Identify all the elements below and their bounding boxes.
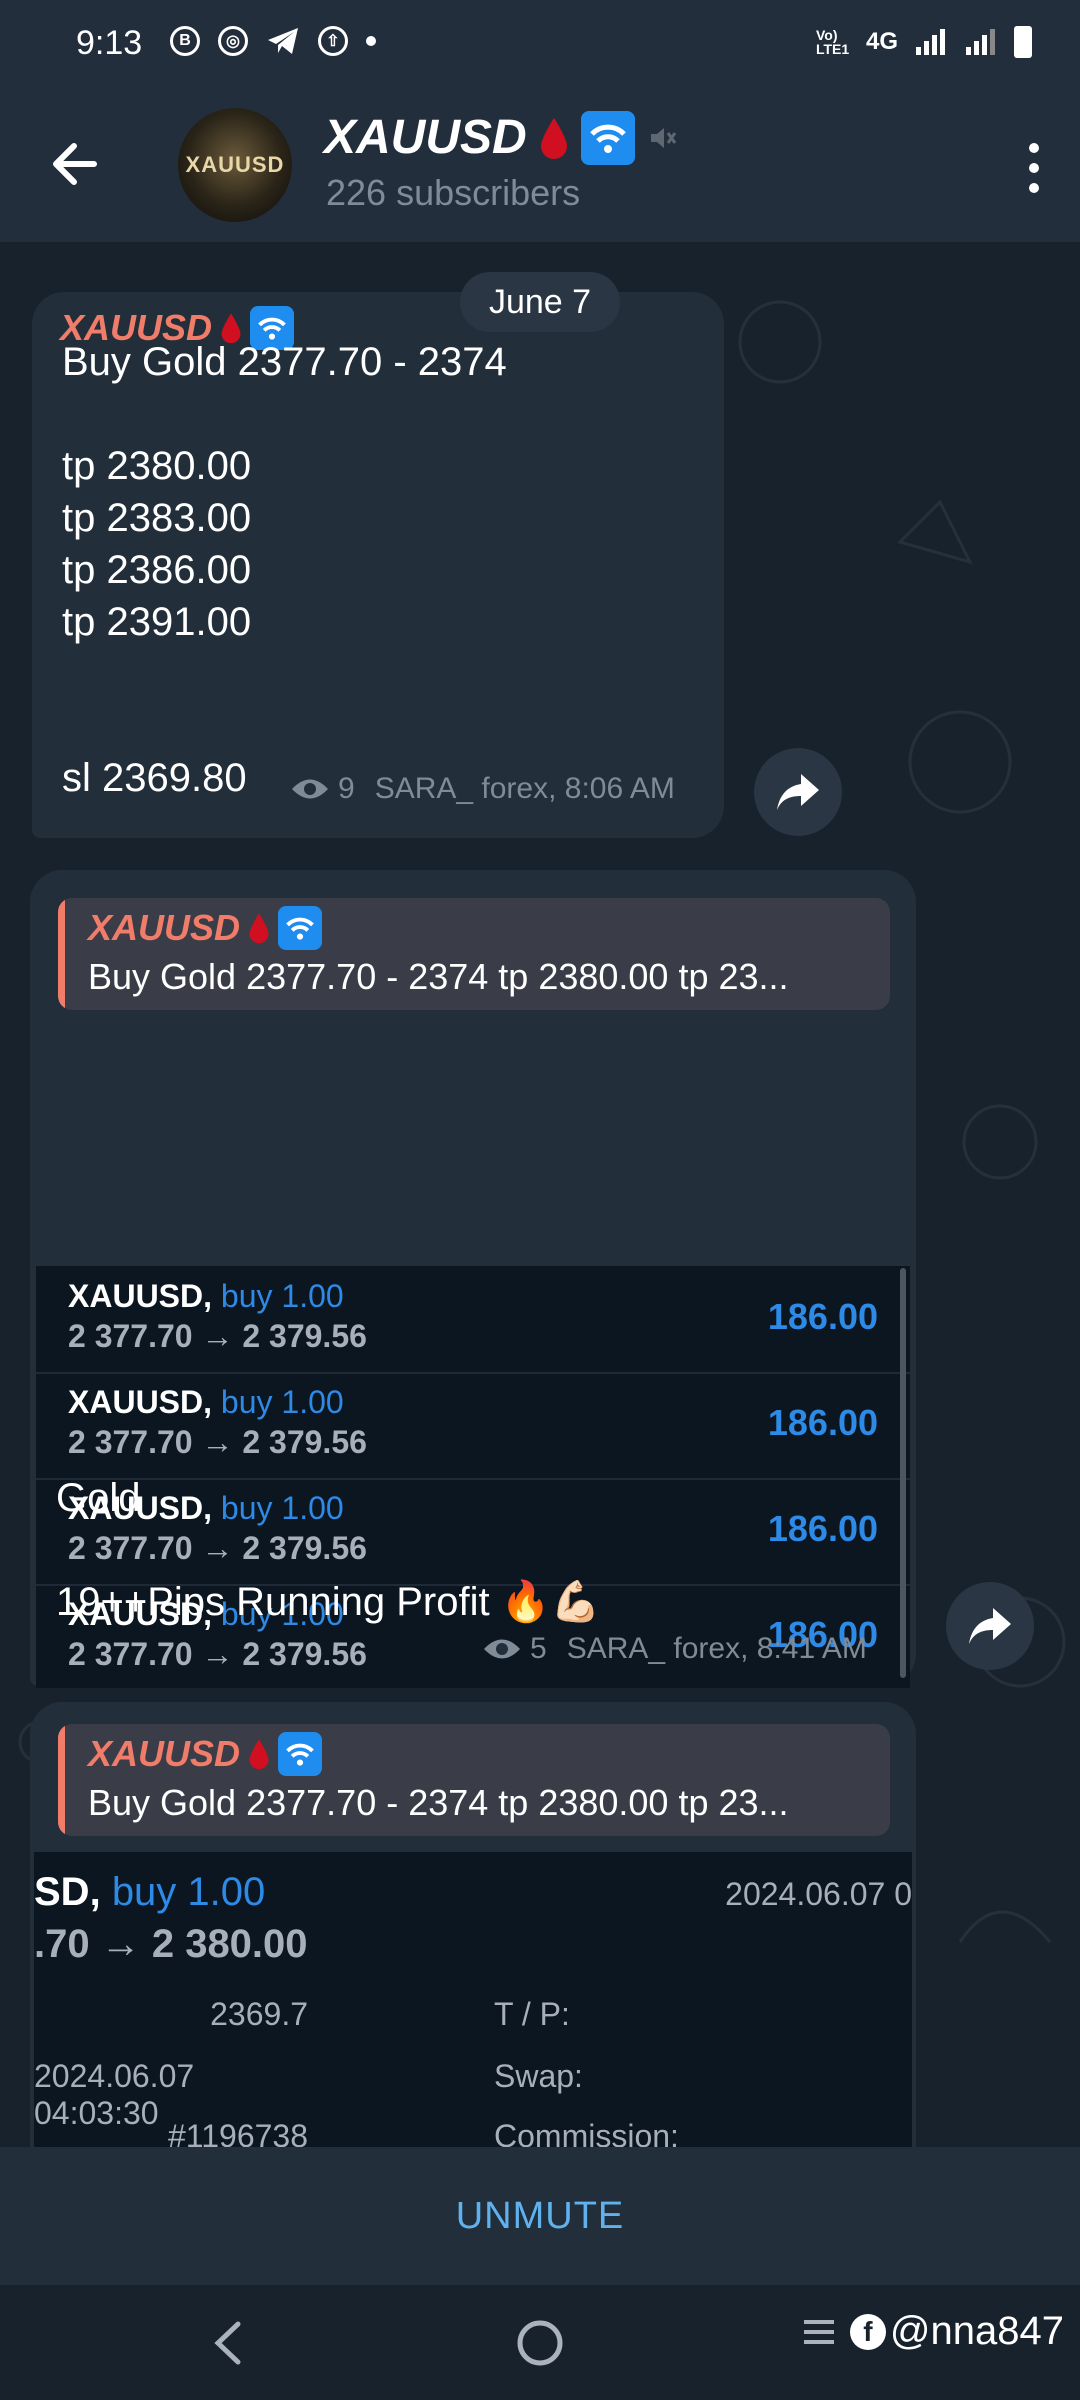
system-icons: Vo) LTE1 4G (816, 26, 1032, 58)
view-count: 5 (530, 1632, 547, 1665)
message-bubble-3[interactable]: XAUUSD Buy Gold 2377.70 - 2374 tp 2380.0… (30, 1702, 916, 2147)
trade-profit: 186.00 (767, 1508, 878, 1549)
detail-symbol: SD, (34, 1870, 101, 1914)
trade-profit: 186.00 (767, 1296, 878, 1337)
trade-symbol-line: XAUUSD, buy 1.00 (68, 1278, 344, 1315)
back-arrow-icon[interactable] (40, 128, 112, 200)
detail-tp-label: T / P: (494, 1996, 570, 2032)
unmute-button[interactable]: UNMUTE (456, 2195, 625, 2238)
blood-drop-icon (249, 913, 269, 944)
message-bubble-1[interactable]: XAUUSD Buy Gold 2377.70 - 2374 tp 2380.0… (32, 292, 724, 838)
trade-prices: 2 377.70 → 2 379.56 (68, 1636, 367, 1672)
wifi-emoji-icon (580, 110, 635, 165)
status-time: 9:13 (76, 24, 143, 62)
wifi-emoji-icon (278, 1732, 323, 1776)
detail-date: 2024.06.07 0 (725, 1876, 912, 1912)
reply-preview[interactable]: XAUUSD Buy Gold 2377.70 - 2374 tp 2380.0… (58, 1724, 890, 1836)
detail-order-id: #1196738 (168, 2118, 308, 2147)
b-app-icon: B (170, 26, 200, 56)
watermark-handle: @nna847 (889, 2309, 1064, 2353)
more-notifications-icon (366, 36, 376, 46)
reply-accent-bar (58, 1724, 65, 1836)
message-signature: SARA_ forex, 8:41 AM (566, 1632, 867, 1665)
reply-accent-bar (58, 898, 65, 1010)
recents-icon (803, 2319, 834, 2344)
signal-2-icon (966, 29, 995, 55)
battery-icon (1014, 26, 1032, 58)
image-scrollbar (900, 1268, 906, 1678)
message-signature: SARA_ forex, 8:06 AM (374, 772, 675, 805)
trade-symbol-line: XAUUSD, buy 1.00 (68, 1384, 344, 1421)
system-nav-bar: f @nna847 (0, 2285, 1080, 2400)
more-vert-icon[interactable] (1014, 138, 1054, 198)
trade-prices: 2 377.70 → 2 379.56 (68, 1318, 367, 1354)
channel-header: XAUUSD XAUUSD 226 subscribers (0, 88, 1080, 242)
message-text: Gold 19++Pips Running Profit 🔥💪🏻 (56, 1476, 601, 1624)
view-count: 9 (338, 772, 355, 805)
volte-icon: Vo) LTE1 (815, 27, 850, 57)
nav-home-icon (517, 2320, 563, 2365)
trade-row: XAUUSD, buy 1.00 2 377.70 → 2 379.56 186… (36, 1266, 910, 1374)
message-text: Buy Gold 2377.70 - 2374 tp 2380.00 tp 23… (62, 340, 507, 800)
channel-title: XAUUSD (324, 111, 527, 164)
nav-back-button[interactable] (168, 2285, 288, 2400)
reply-sender-row: XAUUSD (88, 906, 323, 950)
detail-symbol-line: SD, buy 1.00 (34, 1870, 265, 1915)
trade-direction: buy 1.00 (220, 1384, 344, 1420)
forward-icon (777, 774, 819, 810)
trade-symbol: XAUUSD, (68, 1278, 213, 1314)
trade-symbol: XAUUSD, (68, 1384, 213, 1420)
share-button[interactable] (754, 748, 842, 836)
watermark: f @nna847 (802, 2309, 1064, 2354)
unmute-bar: UNMUTE (0, 2147, 1080, 2285)
chat-area[interactable]: XAUUSD Buy Gold 2377.70 - 2374 tp 2380.0… (0, 242, 1080, 2147)
telegram-icon (268, 28, 298, 54)
date-divider: June 7 (460, 272, 620, 332)
upload-icon: ⇧ (318, 26, 348, 56)
detail-commission-label: Commission: (494, 2118, 679, 2147)
views-eye-icon (484, 1639, 520, 1659)
message-meta: 9 SARA_ forex, 8:06 AM (290, 772, 675, 806)
detail-direction: buy 1.00 (111, 1870, 266, 1914)
wifi-emoji-icon (278, 906, 323, 950)
forward-icon (969, 1608, 1011, 1644)
blood-drop-icon (540, 117, 567, 159)
share-button[interactable] (946, 1582, 1034, 1670)
network-type: 4G (865, 28, 898, 55)
blood-drop-icon (249, 1739, 269, 1770)
trade-detail-screenshot[interactable]: SD, buy 1.00 2024.06.07 0 .70 → 2 380.00… (34, 1852, 912, 2147)
reply-sender-name: XAUUSD (88, 1733, 241, 1774)
channel-title-row[interactable]: XAUUSD (324, 110, 677, 165)
signal-icon (916, 29, 945, 55)
reply-sender-row: XAUUSD (88, 1732, 323, 1776)
reply-text: Buy Gold 2377.70 - 2374 tp 2380.00 tp 23… (88, 956, 789, 997)
channel-avatar[interactable]: XAUUSD (178, 108, 292, 222)
trade-prices: 2 377.70 → 2 379.56 (68, 1424, 367, 1460)
nav-back-icon (214, 2321, 241, 2364)
detail-sl-value: 2369.7 (210, 1996, 308, 2032)
globe-icon: ◎ (218, 26, 248, 56)
detail-swap-label: Swap: (494, 2058, 583, 2094)
facebook-icon: f (849, 2313, 886, 2350)
subscriber-count: 226 subscribers (326, 172, 581, 213)
nav-home-button[interactable] (480, 2285, 600, 2400)
trade-direction: buy 1.00 (220, 1278, 344, 1314)
reply-sender-name: XAUUSD (88, 907, 241, 948)
detail-prices: .70 → 2 380.00 (34, 1922, 308, 1966)
reply-preview[interactable]: XAUUSD Buy Gold 2377.70 - 2374 tp 2380.0… (58, 898, 890, 1010)
reply-text: Buy Gold 2377.70 - 2374 tp 2380.00 tp 23… (88, 1782, 789, 1823)
status-bar: 9:13 B ◎ ⇧ Vo) LTE1 4G (0, 0, 1080, 88)
notification-icons: B ◎ ⇧ (170, 26, 376, 56)
muted-icon (650, 127, 676, 148)
views-eye-icon (292, 779, 328, 799)
message-meta: 5 SARA_ forex, 8:41 AM (482, 1632, 867, 1666)
trade-screenshot-top-spacer (30, 1042, 916, 1266)
trade-profit: 186.00 (767, 1402, 878, 1443)
trade-row: XAUUSD, buy 1.00 2 377.70 → 2 379.56 186… (36, 1372, 910, 1480)
